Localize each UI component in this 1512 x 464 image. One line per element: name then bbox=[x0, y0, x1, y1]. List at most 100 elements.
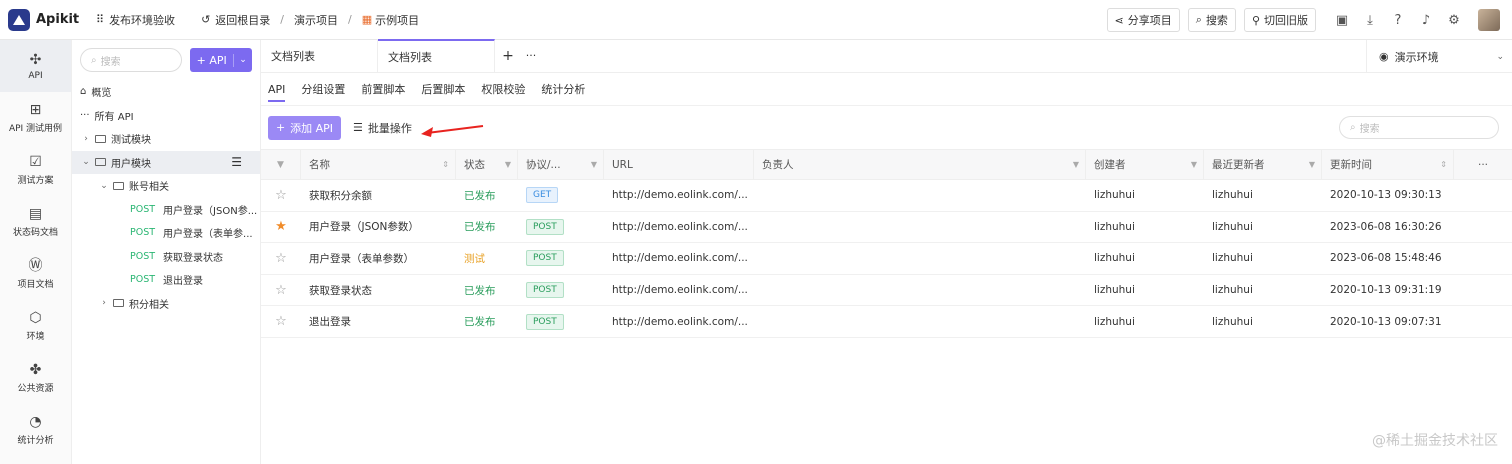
star-icon[interactable]: ☆ bbox=[261, 243, 301, 274]
url-cell: http://demo.eolink.com/... bbox=[612, 252, 748, 265]
header-name[interactable]: 名称 ⇕ bbox=[301, 150, 456, 179]
tree-label: 用户登录（JSON参... bbox=[163, 205, 258, 217]
filter-icon: ▼ bbox=[504, 160, 511, 169]
subtab-statistics[interactable]: 统计分析 bbox=[541, 73, 585, 106]
owner-cell bbox=[754, 306, 1086, 337]
add-api-label[interactable]: + API bbox=[190, 53, 234, 67]
nav-item-status-code-doc[interactable]: ▤ 状态码文档 bbox=[0, 196, 71, 248]
gear-icon[interactable]: ⚙ bbox=[1440, 6, 1468, 34]
header-time[interactable]: 更新时间 ⇕ bbox=[1322, 150, 1454, 179]
subtab-api[interactable]: API bbox=[268, 73, 286, 106]
header-status[interactable]: 状态 ▼ bbox=[456, 150, 518, 179]
batch-operation-button[interactable]: ☰ 批量操作 bbox=[353, 116, 412, 140]
back-to-root-button[interactable]: ↺ 返回根目录 bbox=[193, 0, 278, 40]
header-protocol[interactable]: 协议/... ▼ bbox=[518, 150, 604, 179]
header-label: 状态 bbox=[464, 159, 485, 171]
avatar[interactable] bbox=[1478, 9, 1500, 31]
header-updater[interactable]: 最近更新者 ▼ bbox=[1204, 150, 1322, 179]
app-name: Apikit bbox=[36, 12, 80, 27]
updater-cell: lizhuhui bbox=[1212, 220, 1253, 233]
table-search-input[interactable]: ⌕ 搜索 bbox=[1339, 116, 1499, 139]
tab-doc-list-active[interactable]: 文档列表 bbox=[378, 39, 495, 72]
tree-group-test-module[interactable]: › 测试模块 bbox=[72, 127, 260, 151]
nav-item-project-doc[interactable]: Ⓦ 项目文档 bbox=[0, 248, 71, 300]
subtab-permission[interactable]: 权限校验 bbox=[481, 73, 525, 106]
tree-all-api[interactable]: ··· 所有 API bbox=[72, 104, 260, 128]
table-row[interactable]: ☆ 用户登录（表单参数） 测试 POST http://demo.eolink.… bbox=[261, 243, 1512, 275]
add-api-split-button[interactable]: + API ⌄ bbox=[190, 48, 252, 72]
tree-label: 所有 API bbox=[94, 111, 134, 123]
api-name[interactable]: 获取登录状态 bbox=[301, 275, 456, 306]
workspace-switcher[interactable]: ⠿ 发布环境验收 bbox=[88, 0, 183, 40]
star-icon[interactable]: ☆ bbox=[261, 306, 301, 337]
star-icon[interactable]: ☆ bbox=[261, 180, 301, 211]
download-icon[interactable]: ⤓ bbox=[1356, 6, 1384, 34]
breadcrumb-separator: / bbox=[280, 13, 284, 26]
share-icon: ⋖ bbox=[1114, 13, 1124, 27]
nav-item-public-resources[interactable]: ✤ 公共资源 bbox=[0, 352, 71, 404]
table-row[interactable]: ☆ 获取积分余额 已发布 GET http://demo.eolink.com/… bbox=[261, 180, 1512, 212]
menu-icon[interactable]: ☰ bbox=[231, 155, 242, 169]
header-owner[interactable]: 负责人 ▼ bbox=[754, 150, 1086, 179]
tree-api-item[interactable]: POST 获取登录状态 bbox=[72, 245, 260, 269]
tree-api-item[interactable]: POST 用户登录（表单参... bbox=[72, 221, 260, 245]
add-api-button[interactable]: + 添加 API bbox=[268, 115, 341, 140]
subtab-post-script[interactable]: 后置脚本 bbox=[421, 73, 465, 106]
subtab-label: API bbox=[268, 82, 286, 96]
nav-item-statistics[interactable]: ◔ 统计分析 bbox=[0, 404, 71, 456]
nav-label: API bbox=[28, 70, 43, 81]
folder-icon bbox=[113, 181, 124, 190]
table-row[interactable]: ☆ 获取登录状态 已发布 POST http://demo.eolink.com… bbox=[261, 275, 1512, 307]
tree-search-input[interactable]: ⌕ 搜索 bbox=[80, 48, 183, 72]
nav-item-api[interactable]: ✣ API bbox=[0, 40, 71, 92]
header-filter[interactable]: ▼ bbox=[261, 150, 301, 179]
star-icon[interactable]: ☆ bbox=[261, 275, 301, 306]
share-project-button[interactable]: ⋖ 分享项目 bbox=[1106, 8, 1180, 32]
subtab-pre-script[interactable]: 前置脚本 bbox=[361, 73, 405, 106]
chevron-down-icon[interactable]: ⌄ bbox=[234, 55, 252, 65]
header-url[interactable]: URL bbox=[604, 150, 754, 179]
more-tabs-icon[interactable]: ··· bbox=[521, 39, 541, 72]
api-name[interactable]: 用户登录（JSON参数） bbox=[301, 212, 456, 243]
logo[interactable]: Apikit bbox=[8, 8, 88, 31]
add-tab-icon[interactable]: + bbox=[495, 39, 521, 72]
table-row[interactable]: ★ 用户登录（JSON参数） 已发布 POST http://demo.eoli… bbox=[261, 212, 1512, 244]
puzzle-icon: ✤ bbox=[29, 362, 42, 378]
owner-cell bbox=[754, 212, 1086, 243]
chevron-down-icon[interactable]: ⌄ bbox=[98, 181, 110, 191]
updater-cell: lizhuhui bbox=[1212, 252, 1253, 265]
help-icon[interactable]: ? bbox=[1384, 6, 1412, 34]
environment-selector[interactable]: ◉ 演示环境 ⌄ bbox=[1366, 40, 1512, 73]
tree-api-item[interactable]: POST 退出登录 bbox=[72, 268, 260, 292]
subtab-label: 分组设置 bbox=[301, 83, 346, 96]
breadcrumb-demo-project[interactable]: 演示项目 bbox=[286, 0, 346, 40]
header-more[interactable]: ··· bbox=[1454, 150, 1512, 179]
bell-icon[interactable]: ♪ bbox=[1412, 6, 1440, 34]
tab-doc-list[interactable]: 文档列表 bbox=[261, 39, 378, 72]
subtab-group-settings[interactable]: 分组设置 bbox=[301, 73, 345, 106]
tree-group-points[interactable]: › 积分相关 bbox=[72, 292, 260, 316]
url-cell: http://demo.eolink.com/... bbox=[612, 315, 748, 328]
chevron-right-icon[interactable]: › bbox=[98, 298, 110, 308]
nav-item-test-plan[interactable]: ☑ 测试方案 bbox=[0, 144, 71, 196]
api-name[interactable]: 用户登录（表单参数） bbox=[301, 243, 456, 274]
switch-old-version-button[interactable]: ⚲ 切回旧版 bbox=[1243, 8, 1316, 32]
tree-api-item[interactable]: POST 用户登录（JSON参... bbox=[72, 198, 260, 222]
tree-group-account[interactable]: ⌄ 账号相关 bbox=[72, 174, 260, 198]
tree-group-user-module[interactable]: ⌄ 用户模块 ☰ bbox=[72, 150, 260, 174]
search-button[interactable]: ⌕ 搜索 bbox=[1187, 8, 1236, 32]
back-label: 返回根目录 bbox=[215, 13, 271, 27]
nav-item-api-test-cases[interactable]: ⊞ API 测试用例 bbox=[0, 92, 71, 144]
calendar-icon[interactable]: ▣ bbox=[1328, 6, 1356, 34]
nav-item-environment[interactable]: ⬡ 环境 bbox=[0, 300, 71, 352]
nav-label: 公共资源 bbox=[17, 384, 54, 394]
api-name[interactable]: 获取积分余额 bbox=[301, 180, 456, 211]
chevron-down-icon[interactable]: ⌄ bbox=[80, 157, 92, 167]
tree-overview[interactable]: ⌂ 概览 bbox=[72, 80, 260, 104]
breadcrumb-sample-project[interactable]: ▦ 示例项目 bbox=[354, 0, 427, 40]
chevron-right-icon[interactable]: › bbox=[80, 134, 92, 144]
api-name[interactable]: 退出登录 bbox=[301, 306, 456, 337]
header-creator[interactable]: 创建者 ▼ bbox=[1086, 150, 1204, 179]
table-row[interactable]: ☆ 退出登录 已发布 POST http://demo.eolink.com/.… bbox=[261, 306, 1512, 338]
star-filled-icon[interactable]: ★ bbox=[261, 212, 301, 243]
